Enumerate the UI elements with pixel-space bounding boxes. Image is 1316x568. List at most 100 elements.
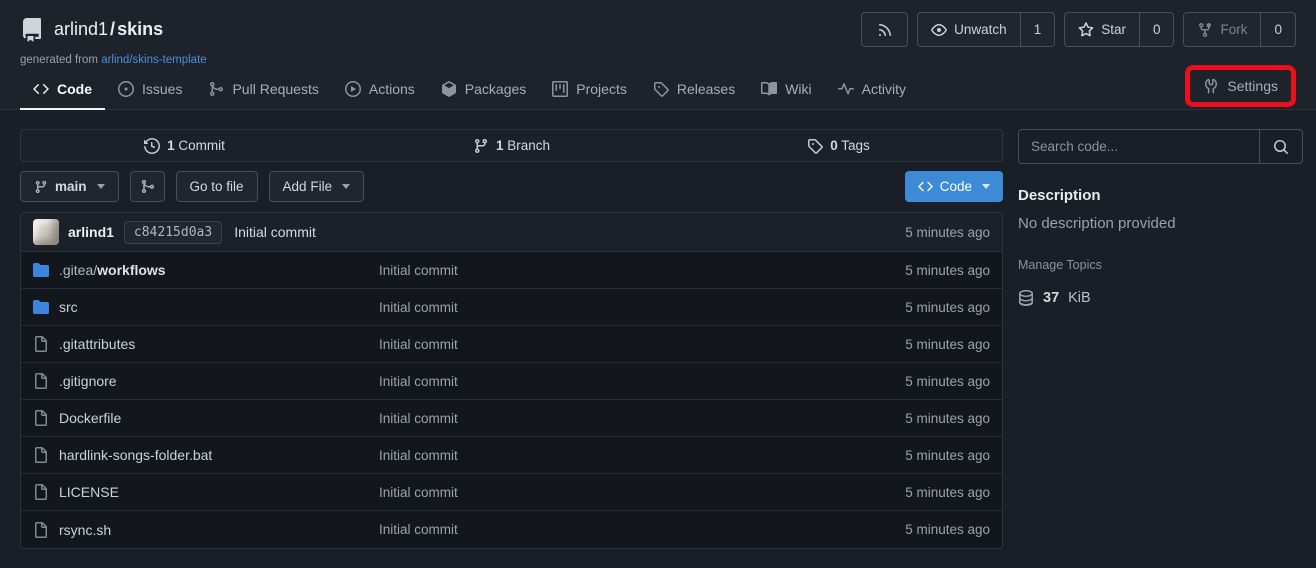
folder-icon xyxy=(33,262,49,278)
tab-actions[interactable]: Actions xyxy=(332,70,428,110)
star-count[interactable]: 0 xyxy=(1139,13,1174,46)
issue-icon xyxy=(118,81,134,97)
file-name-link[interactable]: hardlink-songs-folder.bat xyxy=(59,447,212,463)
tab-packages[interactable]: Packages xyxy=(428,70,539,110)
go-to-file-button[interactable]: Go to file xyxy=(176,171,258,202)
repo-sidebar: Description No description provided Mana… xyxy=(1018,129,1303,549)
chevron-down-icon xyxy=(342,184,350,189)
file-commit-message[interactable]: Initial commit xyxy=(379,300,905,315)
commit-hash-link[interactable]: c84215d0a3 xyxy=(124,221,222,244)
tags-stat[interactable]: 0 Tags xyxy=(675,130,1002,161)
repo-stats-bar: 1 Commit 1 Branch 0 Tags xyxy=(20,129,1003,162)
file-commit-message[interactable]: Initial commit xyxy=(379,485,905,500)
file-commit-message[interactable]: Initial commit xyxy=(379,522,905,537)
table-row: LICENSE Initial commit 5 minutes ago xyxy=(21,474,1002,511)
code-download-button[interactable]: Code xyxy=(905,171,1003,202)
commit-message-link[interactable]: Initial commit xyxy=(234,224,316,240)
table-row: .gitea/workflows Initial commit 5 minute… xyxy=(21,252,1002,289)
tag-icon xyxy=(807,138,823,154)
pulse-icon xyxy=(838,81,854,97)
latest-commit-row: arlind1 c84215d0a3 Initial commit 5 minu… xyxy=(21,213,1002,252)
repo-title: arlind1/skins xyxy=(20,18,163,42)
file-commit-message[interactable]: Initial commit xyxy=(379,337,905,352)
branch-icon xyxy=(473,138,489,154)
file-commit-message[interactable]: Initial commit xyxy=(379,411,905,426)
avatar[interactable] xyxy=(33,219,59,245)
tab-activity[interactable]: Activity xyxy=(825,70,919,110)
description-text: No description provided xyxy=(1018,215,1303,232)
unwatch-label: Unwatch xyxy=(954,22,1007,37)
compare-icon xyxy=(140,179,155,194)
search-input[interactable] xyxy=(1019,130,1259,163)
rss-button[interactable] xyxy=(861,12,908,47)
file-table: arlind1 c84215d0a3 Initial commit 5 minu… xyxy=(20,212,1003,549)
commit-time: 5 minutes ago xyxy=(905,225,990,240)
table-row: .gitignore Initial commit 5 minutes ago xyxy=(21,363,1002,400)
file-name-link[interactable]: Dockerfile xyxy=(59,410,121,426)
search-icon xyxy=(1273,139,1289,155)
fork-label: Fork xyxy=(1220,22,1247,37)
fork-button[interactable]: Fork xyxy=(1184,13,1260,46)
folder-icon xyxy=(33,299,49,315)
fork-count[interactable]: 0 xyxy=(1260,13,1295,46)
file-name-link[interactable]: .gitattributes xyxy=(59,336,135,352)
unwatch-button[interactable]: Unwatch xyxy=(918,13,1020,46)
file-icon xyxy=(33,410,49,426)
template-repo-link[interactable]: arlind/skins-template xyxy=(101,54,206,66)
file-commit-message[interactable]: Initial commit xyxy=(379,374,905,389)
file-name-link[interactable]: LICENSE xyxy=(59,484,119,500)
repo-tab-bar: Code Issues Pull Requests Actions Packag… xyxy=(0,66,1316,110)
tab-releases[interactable]: Releases xyxy=(640,70,748,110)
file-icon xyxy=(33,336,49,352)
file-commit-message[interactable]: Initial commit xyxy=(379,263,905,278)
eye-icon xyxy=(931,22,947,38)
file-icon xyxy=(33,373,49,389)
file-icon xyxy=(33,484,49,500)
code-icon xyxy=(918,179,933,194)
add-file-button[interactable]: Add File xyxy=(269,171,365,202)
search-button[interactable] xyxy=(1259,130,1302,163)
file-name-link[interactable]: src xyxy=(59,299,78,315)
file-commit-time: 5 minutes ago xyxy=(905,485,990,500)
description-heading: Description xyxy=(1018,187,1303,204)
table-row: hardlink-songs-folder.bat Initial commit… xyxy=(21,437,1002,474)
tab-settings[interactable]: Settings xyxy=(1203,78,1278,94)
file-name-link[interactable]: .gitea/workflows xyxy=(59,262,166,278)
branch-selector[interactable]: main xyxy=(20,171,119,202)
file-commit-time: 5 minutes ago xyxy=(905,263,990,278)
tab-wiki[interactable]: Wiki xyxy=(748,70,824,110)
file-name-link[interactable]: .gitignore xyxy=(59,373,117,389)
commit-author-link[interactable]: arlind1 xyxy=(68,224,114,240)
file-commit-time: 5 minutes ago xyxy=(905,522,990,537)
repo-name-link[interactable]: skins xyxy=(117,19,163,39)
compare-button[interactable] xyxy=(130,171,165,202)
tab-pull-requests[interactable]: Pull Requests xyxy=(195,70,331,110)
fork-button-group: Fork 0 xyxy=(1183,12,1296,47)
file-commit-time: 5 minutes ago xyxy=(905,337,990,352)
fork-icon xyxy=(1197,22,1213,38)
manage-topics-link[interactable]: Manage Topics xyxy=(1018,258,1303,272)
tag-icon xyxy=(653,81,669,97)
table-row: src Initial commit 5 minutes ago xyxy=(21,289,1002,326)
file-commit-message[interactable]: Initial commit xyxy=(379,448,905,463)
pull-request-icon xyxy=(208,81,224,97)
file-commit-time: 5 minutes ago xyxy=(905,448,990,463)
play-circle-icon xyxy=(345,81,361,97)
watch-count[interactable]: 1 xyxy=(1020,13,1055,46)
commits-stat[interactable]: 1 Commit xyxy=(21,130,348,161)
branches-stat[interactable]: 1 Branch xyxy=(348,130,675,161)
repo-title-separator: / xyxy=(110,19,115,39)
repo-owner-link[interactable]: arlind1 xyxy=(54,19,108,39)
tab-projects[interactable]: Projects xyxy=(539,70,640,110)
file-commit-time: 5 minutes ago xyxy=(905,300,990,315)
package-icon xyxy=(441,81,457,97)
tab-issues[interactable]: Issues xyxy=(105,70,195,110)
star-icon xyxy=(1078,22,1094,38)
file-name-link[interactable]: rsync.sh xyxy=(59,522,111,538)
repo-toolbar: main Go to file Add File Code xyxy=(20,171,1003,202)
code-icon xyxy=(33,81,49,97)
star-label: Star xyxy=(1101,22,1126,37)
tab-code[interactable]: Code xyxy=(20,70,105,110)
star-button[interactable]: Star xyxy=(1065,13,1139,46)
project-board-icon xyxy=(552,81,568,97)
